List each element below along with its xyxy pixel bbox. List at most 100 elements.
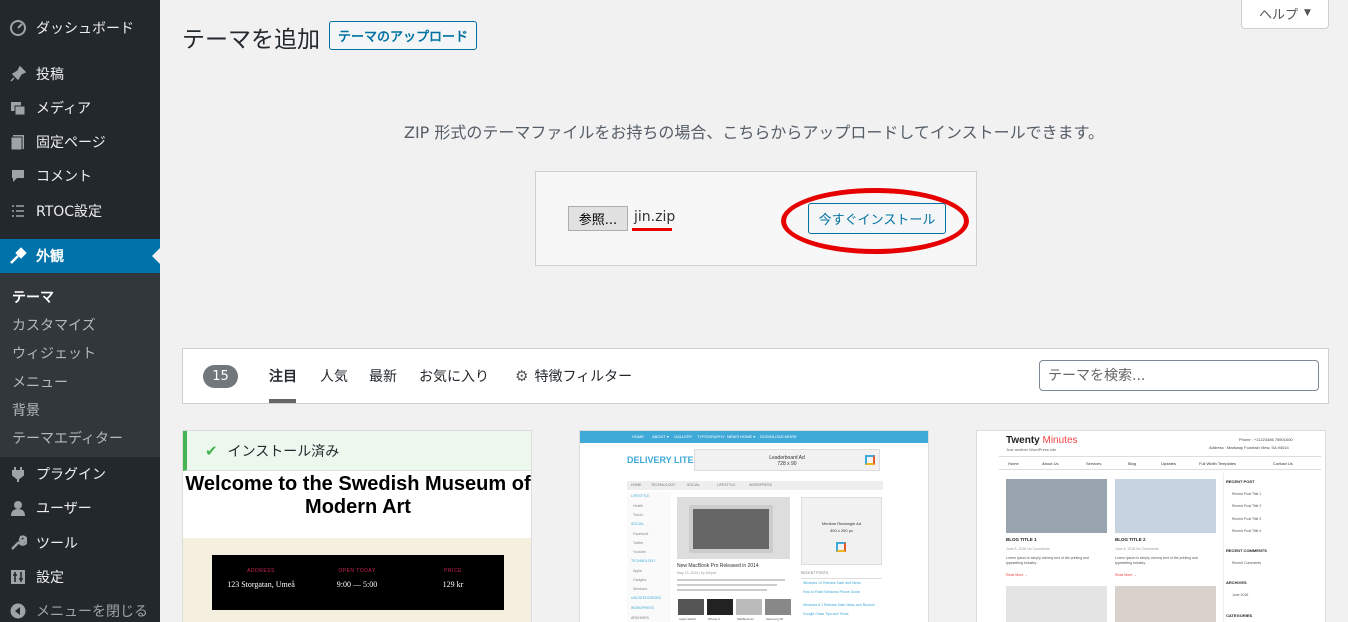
upload-theme-button[interactable]: テーマのアップロード [329,21,478,50]
sidebar-item-tools[interactable]: ツール [0,526,160,560]
mock-sidebar: LIFESTYLE Health Travel SOCIAL Facebook … [627,492,671,622]
mock-side-item: Recent Post Title 2 [1232,504,1262,508]
mock-menu-item: HOME [631,483,642,487]
mock-recent-item: Windows 10 Release Date and News [803,581,861,585]
sidebar-item-plugins[interactable]: プラグイン [0,457,160,491]
feature-filter-button[interactable]: ⚙ 特徴フィルター [515,366,632,386]
page-icon [0,133,36,151]
submenu-theme-editor[interactable]: テーマエディター [12,428,123,448]
theme-card[interactable]: HOME ABOUT ▾ GALLERY TYPOGRAPHY NEWS HOM… [579,430,929,622]
sidebar-item-rtoc[interactable]: RTOC設定 [0,194,160,228]
sidebar-item-label: RTOC設定 [36,204,103,220]
mock-sidebar-divider [1223,473,1224,622]
mock-side-item: Recent Comments [1232,561,1261,565]
help-button[interactable]: ヘルプ ▼ [1241,0,1329,29]
sidebar-item-posts[interactable]: 投稿 [0,57,160,91]
museum-info-label: ADDRESS [247,568,275,574]
mock-recent-heading: RECENT POSTS [801,571,882,579]
upload-form: 参照... jin.zip 今すぐインストール [535,171,977,266]
mock-rectangle-ad: Medium Rectangle Ad 300 x 250 px [801,497,882,565]
mock-thumbnail [678,599,704,615]
museum-info-label: OPEN TODAY [338,568,376,574]
museum-info-value: 129 kr [442,580,464,589]
mock-thumb-label: iPhone 6 [708,617,720,621]
museum-info-label: PRICE [444,568,462,574]
mock-menu-item: WORDPRESS [749,483,772,487]
mock-side-item: Facebook [633,532,649,536]
mock-nav-item: TYPOGRAPHY [697,434,725,439]
mock-side-heading: LIFESTYLE [631,494,650,498]
submenu-customize[interactable]: カスタマイズ [12,315,96,335]
mock-recent-item: Windows 8.1 Release Date News and Rumors [803,603,875,607]
selected-file-name: jin.zip [634,209,676,225]
mock-post-meta: June 5, 2018 No Comments [1006,547,1050,551]
mock-thumb-label: Apple Watch [679,617,696,621]
tab-popular[interactable]: 人気 [320,366,348,386]
tab-latest[interactable]: 最新 [369,366,397,386]
sidebar-item-dashboard[interactable]: ダッシュボード [0,11,160,45]
mock-side-heading: RECENT POST [1226,479,1255,484]
theme-card[interactable]: Twenty Minutes Just another WordPress si… [976,430,1326,622]
user-icon [0,499,36,517]
theme-card[interactable]: ✔ インストール済み Welcome to the Swedish Museum… [182,430,532,622]
sidebar-item-label: メニューを閉じる [36,604,148,620]
mock-menu-item: TECHNOLOGY [651,483,676,487]
ad-logo-icon [836,542,846,552]
mock-hero-image [677,497,790,559]
mock-nav-item: Contact Us [1273,461,1293,466]
museum-info-column: ADDRESS 123 Storgatan, Umeå [216,568,306,589]
tab-favorites[interactable]: お気に入り [419,366,489,386]
mock-side-item: Gadgets [633,578,647,582]
sidebar-item-label: ユーザー [36,501,92,517]
page-title: テーマを追加 [182,27,320,53]
submenu-themes[interactable]: テーマ [12,287,54,307]
mock-nav-item: NEWS HOME ▾ [727,434,756,439]
submenu-widgets[interactable]: ウィジェット [12,343,96,363]
theme-search-input[interactable] [1039,360,1319,391]
mock-post-excerpt: Lorem Ipsum is simply dummy text of the … [1006,556,1089,565]
museum-info-value: 9:00 — 5:00 [336,580,378,589]
mock-nav-item: Services [1086,461,1102,466]
sidebar-item-label: ツール [36,536,78,552]
mock-ad-label: Medium Rectangle Ad [821,521,862,526]
mock-side-item: Windows [633,587,648,591]
sidebar-item-media[interactable]: メディア [0,91,160,125]
mock-ad-size: 300 x 250 px [830,528,853,533]
sidebar-item-settings[interactable]: 設定 [0,560,160,594]
mock-menu-item: LIFESTYLE [717,483,736,487]
mock-thumbnail [765,599,791,615]
installed-notice: ✔ インストール済み [183,431,531,471]
sidebar-item-pages[interactable]: 固定ページ [0,125,160,159]
mock-side-item: Travel [633,513,643,517]
mock-ad-size: 728 x 90 [777,461,797,467]
submenu-background[interactable]: 背景 [12,400,40,420]
mock-thumbnail [707,599,733,615]
collapse-menu-button[interactable]: メニューを閉じる [0,594,160,622]
mock-side-item: Apple [633,569,642,573]
sidebar-item-users[interactable]: ユーザー [0,491,160,525]
pin-icon [0,65,36,83]
submenu-menus[interactable]: メニュー [12,372,68,392]
mock-phone: Phone : +11223456 78901000 [1239,437,1293,442]
mock-recent-item: Google Glass Tips and Tricks [803,612,849,616]
comment-icon [0,167,36,185]
mock-post-image [1115,479,1216,533]
mock-address: Address : Markway Fountain View, SA 9401… [1209,445,1289,450]
mock-nav: Home About Us Services Blog Updates Full… [999,456,1321,470]
dashboard-icon [0,19,36,37]
mock-title-main: Twenty [1006,435,1040,446]
mock-leaderboard-ad: Leaderboard Ad 728 x 90 [694,449,880,471]
feature-filter-label: 特徴フィルター [534,369,633,385]
admin-sidebar: ダッシュボード 投稿 メディア 固定ページ コメント RTOC設定 外観 テーマ… [0,0,160,622]
mock-nav-item: About Us [1042,461,1059,466]
mock-nav-item: Updates [1161,461,1176,466]
tab-featured[interactable]: 注目 [269,366,297,386]
sidebar-item-appearance[interactable]: 外観 [0,239,160,273]
mock-nav-item: ABOUT ▾ [652,434,669,439]
browse-button[interactable]: 参照... [568,206,628,231]
mock-thumbnail [736,599,762,615]
mock-side-heading: ARCHIVES [631,616,649,620]
mock-text-line [677,584,777,586]
mock-post-title: New MacBook Pro Released in 2014 [677,563,759,569]
sidebar-item-comments[interactable]: コメント [0,159,160,193]
